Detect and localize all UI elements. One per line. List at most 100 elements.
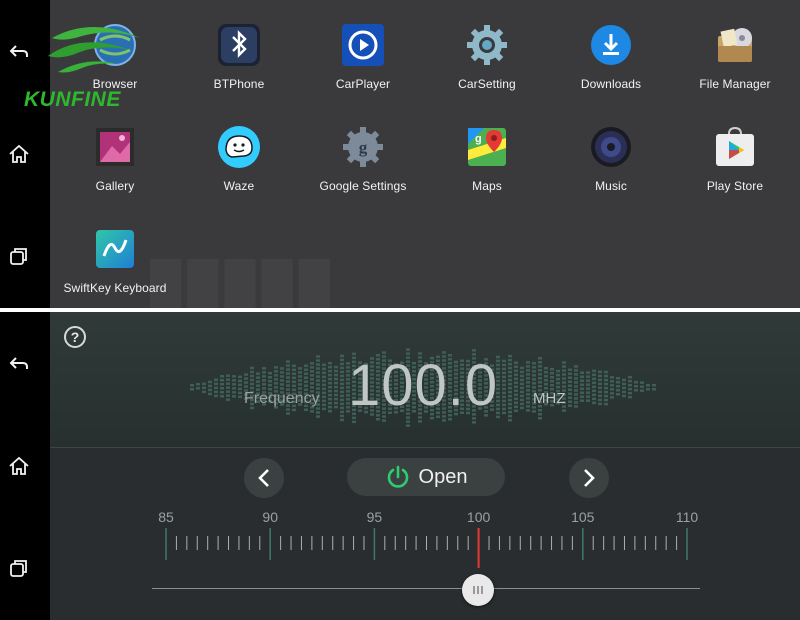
equalizer-bar xyxy=(328,369,332,373)
equalizer-bar xyxy=(514,365,518,368)
frequency-scale[interactable]: 85 90 95 100 105 110 xyxy=(150,508,710,568)
tuning-slider-thumb[interactable] xyxy=(462,574,494,606)
tuning-slider-track[interactable] xyxy=(152,588,700,589)
app-play-store[interactable]: Play Store xyxy=(673,124,797,193)
home-icon[interactable] xyxy=(5,452,33,480)
seek-prev-button[interactable] xyxy=(244,458,284,498)
equalizer-bar xyxy=(334,397,338,401)
equalizer-bar xyxy=(304,380,308,383)
equalizer-bar xyxy=(556,377,560,381)
swiftkey-icon xyxy=(92,226,138,272)
equalizer-bar xyxy=(214,386,218,390)
equalizer-bar xyxy=(544,367,548,370)
equalizer-bar xyxy=(220,375,224,378)
app-downloads[interactable]: Downloads xyxy=(549,22,673,91)
equalizer-bar xyxy=(586,387,590,390)
equalizer-bar xyxy=(316,379,320,382)
equalizer-bar xyxy=(502,411,506,415)
equalizer-bar xyxy=(340,394,344,398)
app-label: CarPlayer xyxy=(335,77,391,91)
open-radio-button[interactable]: Open xyxy=(347,458,505,496)
equalizer-bar xyxy=(508,386,512,390)
equalizer-bar xyxy=(304,364,308,367)
equalizer-bar xyxy=(328,365,332,369)
equalizer-bar xyxy=(592,381,596,385)
equalizer-bar xyxy=(616,377,620,380)
bluetooth-icon xyxy=(216,22,262,68)
equalizer-bar xyxy=(328,361,332,365)
equalizer-bar xyxy=(220,395,224,398)
equalizer-bar xyxy=(538,381,542,384)
app-gallery[interactable]: Gallery xyxy=(53,124,177,193)
equalizer-bar xyxy=(418,420,422,423)
equalizer-bar xyxy=(592,401,596,405)
equalizer-bar xyxy=(268,372,272,375)
chevron-right-icon xyxy=(584,469,595,487)
frequency-unit: MHZ xyxy=(533,390,566,407)
equalizer-bar xyxy=(256,380,260,383)
app-waze[interactable]: Waze xyxy=(177,124,301,193)
equalizer-bar xyxy=(514,361,518,364)
equalizer-bar xyxy=(340,378,344,382)
equalizer-bar xyxy=(298,371,302,374)
gallery-icon xyxy=(92,124,138,170)
equalizer-bar xyxy=(286,376,290,379)
equalizer-bar xyxy=(226,394,230,397)
frequency-label: Frequency xyxy=(244,390,320,407)
equalizer-bar xyxy=(532,366,536,369)
home-icon[interactable] xyxy=(5,140,33,168)
recents-icon[interactable] xyxy=(5,554,33,582)
equalizer-bar xyxy=(526,385,530,388)
equalizer-bar xyxy=(550,376,554,379)
equalizer-bar xyxy=(574,385,578,388)
equalizer-bar xyxy=(550,368,554,371)
app-btphone[interactable]: BTPhone xyxy=(177,22,301,91)
help-button[interactable]: ? xyxy=(64,326,86,348)
equalizer-bar xyxy=(508,362,512,366)
app-google-settings[interactable]: g Google Settings xyxy=(301,124,425,193)
back-icon[interactable] xyxy=(5,350,33,378)
equalizer-bar xyxy=(526,397,530,400)
equalizer-bar xyxy=(640,381,644,384)
equalizer-bar xyxy=(382,419,386,422)
equalizer-bar xyxy=(274,378,278,381)
equalizer-bar xyxy=(586,391,590,394)
equalizer-bar xyxy=(604,370,608,374)
equalizer-bar xyxy=(328,373,332,377)
equalizer-bar xyxy=(598,394,602,398)
app-label: Downloads xyxy=(580,77,642,91)
equalizer-bar xyxy=(502,359,506,363)
equalizer-bar xyxy=(592,385,596,389)
equalizer-bar xyxy=(262,367,266,370)
equalizer-bar xyxy=(574,389,578,392)
equalizer-bar xyxy=(256,376,260,379)
equalizer-bar xyxy=(352,420,356,424)
app-drawer-screen: █████ Browser BTPhone CarPlayer CarSetti… xyxy=(0,0,800,308)
equalizer-bar xyxy=(298,379,302,382)
equalizer-bar xyxy=(232,395,236,398)
scale-label: 100 xyxy=(467,509,491,525)
equalizer-bar xyxy=(292,384,296,388)
equalizer-bar xyxy=(250,374,254,378)
equalizer-bar xyxy=(280,367,284,370)
equalizer-bar xyxy=(508,354,512,358)
app-carsetting[interactable]: CarSetting xyxy=(425,22,549,91)
equalizer-bar xyxy=(514,397,518,400)
app-music[interactable]: Music xyxy=(549,124,673,193)
app-swiftkey[interactable]: SwiftKey Keyboard xyxy=(53,226,177,295)
equalizer-bar xyxy=(268,380,272,383)
equalizer-bar xyxy=(610,388,614,391)
equalizer-bar xyxy=(532,378,536,381)
scale-label: 110 xyxy=(676,509,699,525)
equalizer-bar xyxy=(292,368,296,372)
app-file-manager[interactable]: File Manager xyxy=(673,22,797,91)
seek-next-button[interactable] xyxy=(569,458,609,498)
recents-icon[interactable] xyxy=(5,242,33,270)
equalizer-bar xyxy=(202,386,206,390)
equalizer-bar xyxy=(292,380,296,384)
app-maps[interactable]: g Maps xyxy=(425,124,549,193)
equalizer-bar xyxy=(580,399,584,402)
app-carplayer[interactable]: CarPlayer xyxy=(301,22,425,91)
brand-logo-text: KUNFINE xyxy=(24,88,121,111)
app-label: CarSetting xyxy=(458,77,516,91)
